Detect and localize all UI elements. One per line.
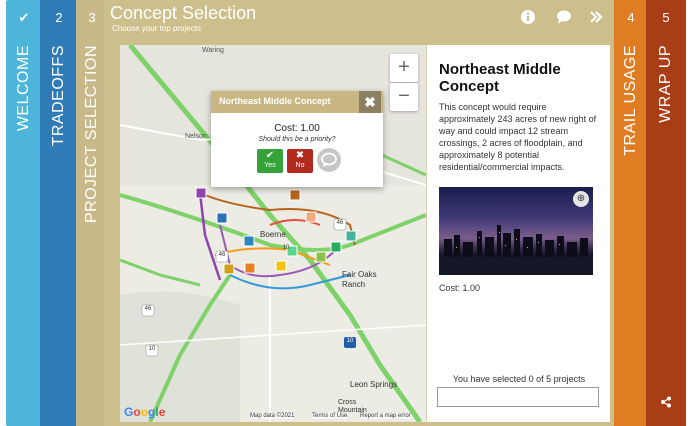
selection-box[interactable] <box>437 387 599 407</box>
city-skyline-image <box>439 225 593 275</box>
map[interactable]: Waring Nelson Boerne Fair Oaks Ranch Leo… <box>120 45 426 422</box>
popup-header: Northeast Middle Concept ✖ <box>211 91 383 113</box>
tab-label: TRAIL USAGE <box>622 45 639 156</box>
content-area: Waring Nelson Boerne Fair Oaks Ranch Leo… <box>120 45 610 422</box>
route-label: 10 <box>346 338 354 344</box>
no-label: No <box>295 162 305 169</box>
tab-wrap-up[interactable]: 5 WRAP UP <box>646 0 686 426</box>
concept-description: This concept would require approximately… <box>439 102 597 172</box>
tab-number: 4 <box>627 10 635 25</box>
google-logo: Google <box>124 405 166 419</box>
tab-number: 5 <box>662 10 670 25</box>
x-icon: ✖ <box>295 150 305 161</box>
next-icon[interactable] <box>588 9 604 25</box>
tab-tradeoffs[interactable]: 2 TRADEOFFS <box>40 0 78 426</box>
info-icon[interactable] <box>520 9 536 25</box>
yes-label: Yes <box>264 162 276 169</box>
main-panel: Concept Selection Choose your top projec… <box>104 0 616 426</box>
concept-heading: Northeast Middle Concept <box>439 61 561 95</box>
concept-popup: Northeast Middle Concept ✖ Cost: 1.00 Sh… <box>211 91 383 187</box>
place-label: Nelson <box>185 133 207 140</box>
tab-label: WELCOME <box>15 45 32 132</box>
popup-question: Should this be a priority? <box>258 136 336 143</box>
place-label: Fair Oaks Ranch <box>342 270 377 289</box>
map-attribution: Map data ©2021 <box>250 413 295 419</box>
concept-image[interactable]: ⊕ <box>439 187 593 275</box>
terms-link[interactable]: Terms of Use <box>312 413 348 419</box>
route-label: 10 <box>148 346 156 352</box>
popup-title: Northeast Middle Concept <box>219 96 331 106</box>
close-icon[interactable]: ✖ <box>359 91 381 113</box>
route-label: 46 <box>336 220 344 226</box>
check-icon: ✔ <box>18 10 30 25</box>
zoom-in-button[interactable]: + <box>390 54 418 82</box>
tab-label: WRAP UP <box>657 45 674 123</box>
tab-number: 2 <box>55 10 63 25</box>
place-label: Boerne <box>260 230 286 239</box>
zoom-out-button[interactable]: − <box>390 83 418 111</box>
no-button[interactable]: ✖ No <box>287 149 313 173</box>
concept-detail-panel: Northeast Middle Concept This concept wo… <box>426 45 610 422</box>
comment-icon <box>321 152 337 167</box>
page-title: Concept Selection <box>110 3 257 23</box>
place-label: Waring <box>202 47 224 54</box>
concept-cost: Cost: 1.00 <box>439 283 481 293</box>
route-label: 10 <box>282 245 290 251</box>
tab-welcome[interactable]: ✔ WELCOME <box>6 0 42 426</box>
yes-button[interactable]: ✔ Yes <box>257 149 283 173</box>
selection-count: You have selected 0 of 5 projects <box>452 374 586 384</box>
zoom-image-icon[interactable]: ⊕ <box>573 191 589 207</box>
tab-label: TRADEOFFS <box>50 45 67 147</box>
report-error-link[interactable]: Report a map error <box>360 413 411 419</box>
route-label: 46 <box>144 306 152 312</box>
tab-label: PROJECT SELECTION <box>83 45 100 224</box>
place-label: Leon Springs <box>350 380 398 389</box>
popup-cost: Cost: 1.00 <box>274 123 320 134</box>
comment-icon[interactable] <box>556 9 572 25</box>
check-icon: ✔ <box>265 150 275 161</box>
comment-button[interactable] <box>317 148 341 172</box>
route-label: 46 <box>218 252 226 258</box>
header: Concept Selection Choose your top projec… <box>104 0 616 40</box>
share-icon[interactable] <box>660 396 672 408</box>
tab-trail-usage[interactable]: 4 TRAIL USAGE <box>614 0 648 426</box>
page-subtitle: Choose your top projects <box>112 24 201 33</box>
